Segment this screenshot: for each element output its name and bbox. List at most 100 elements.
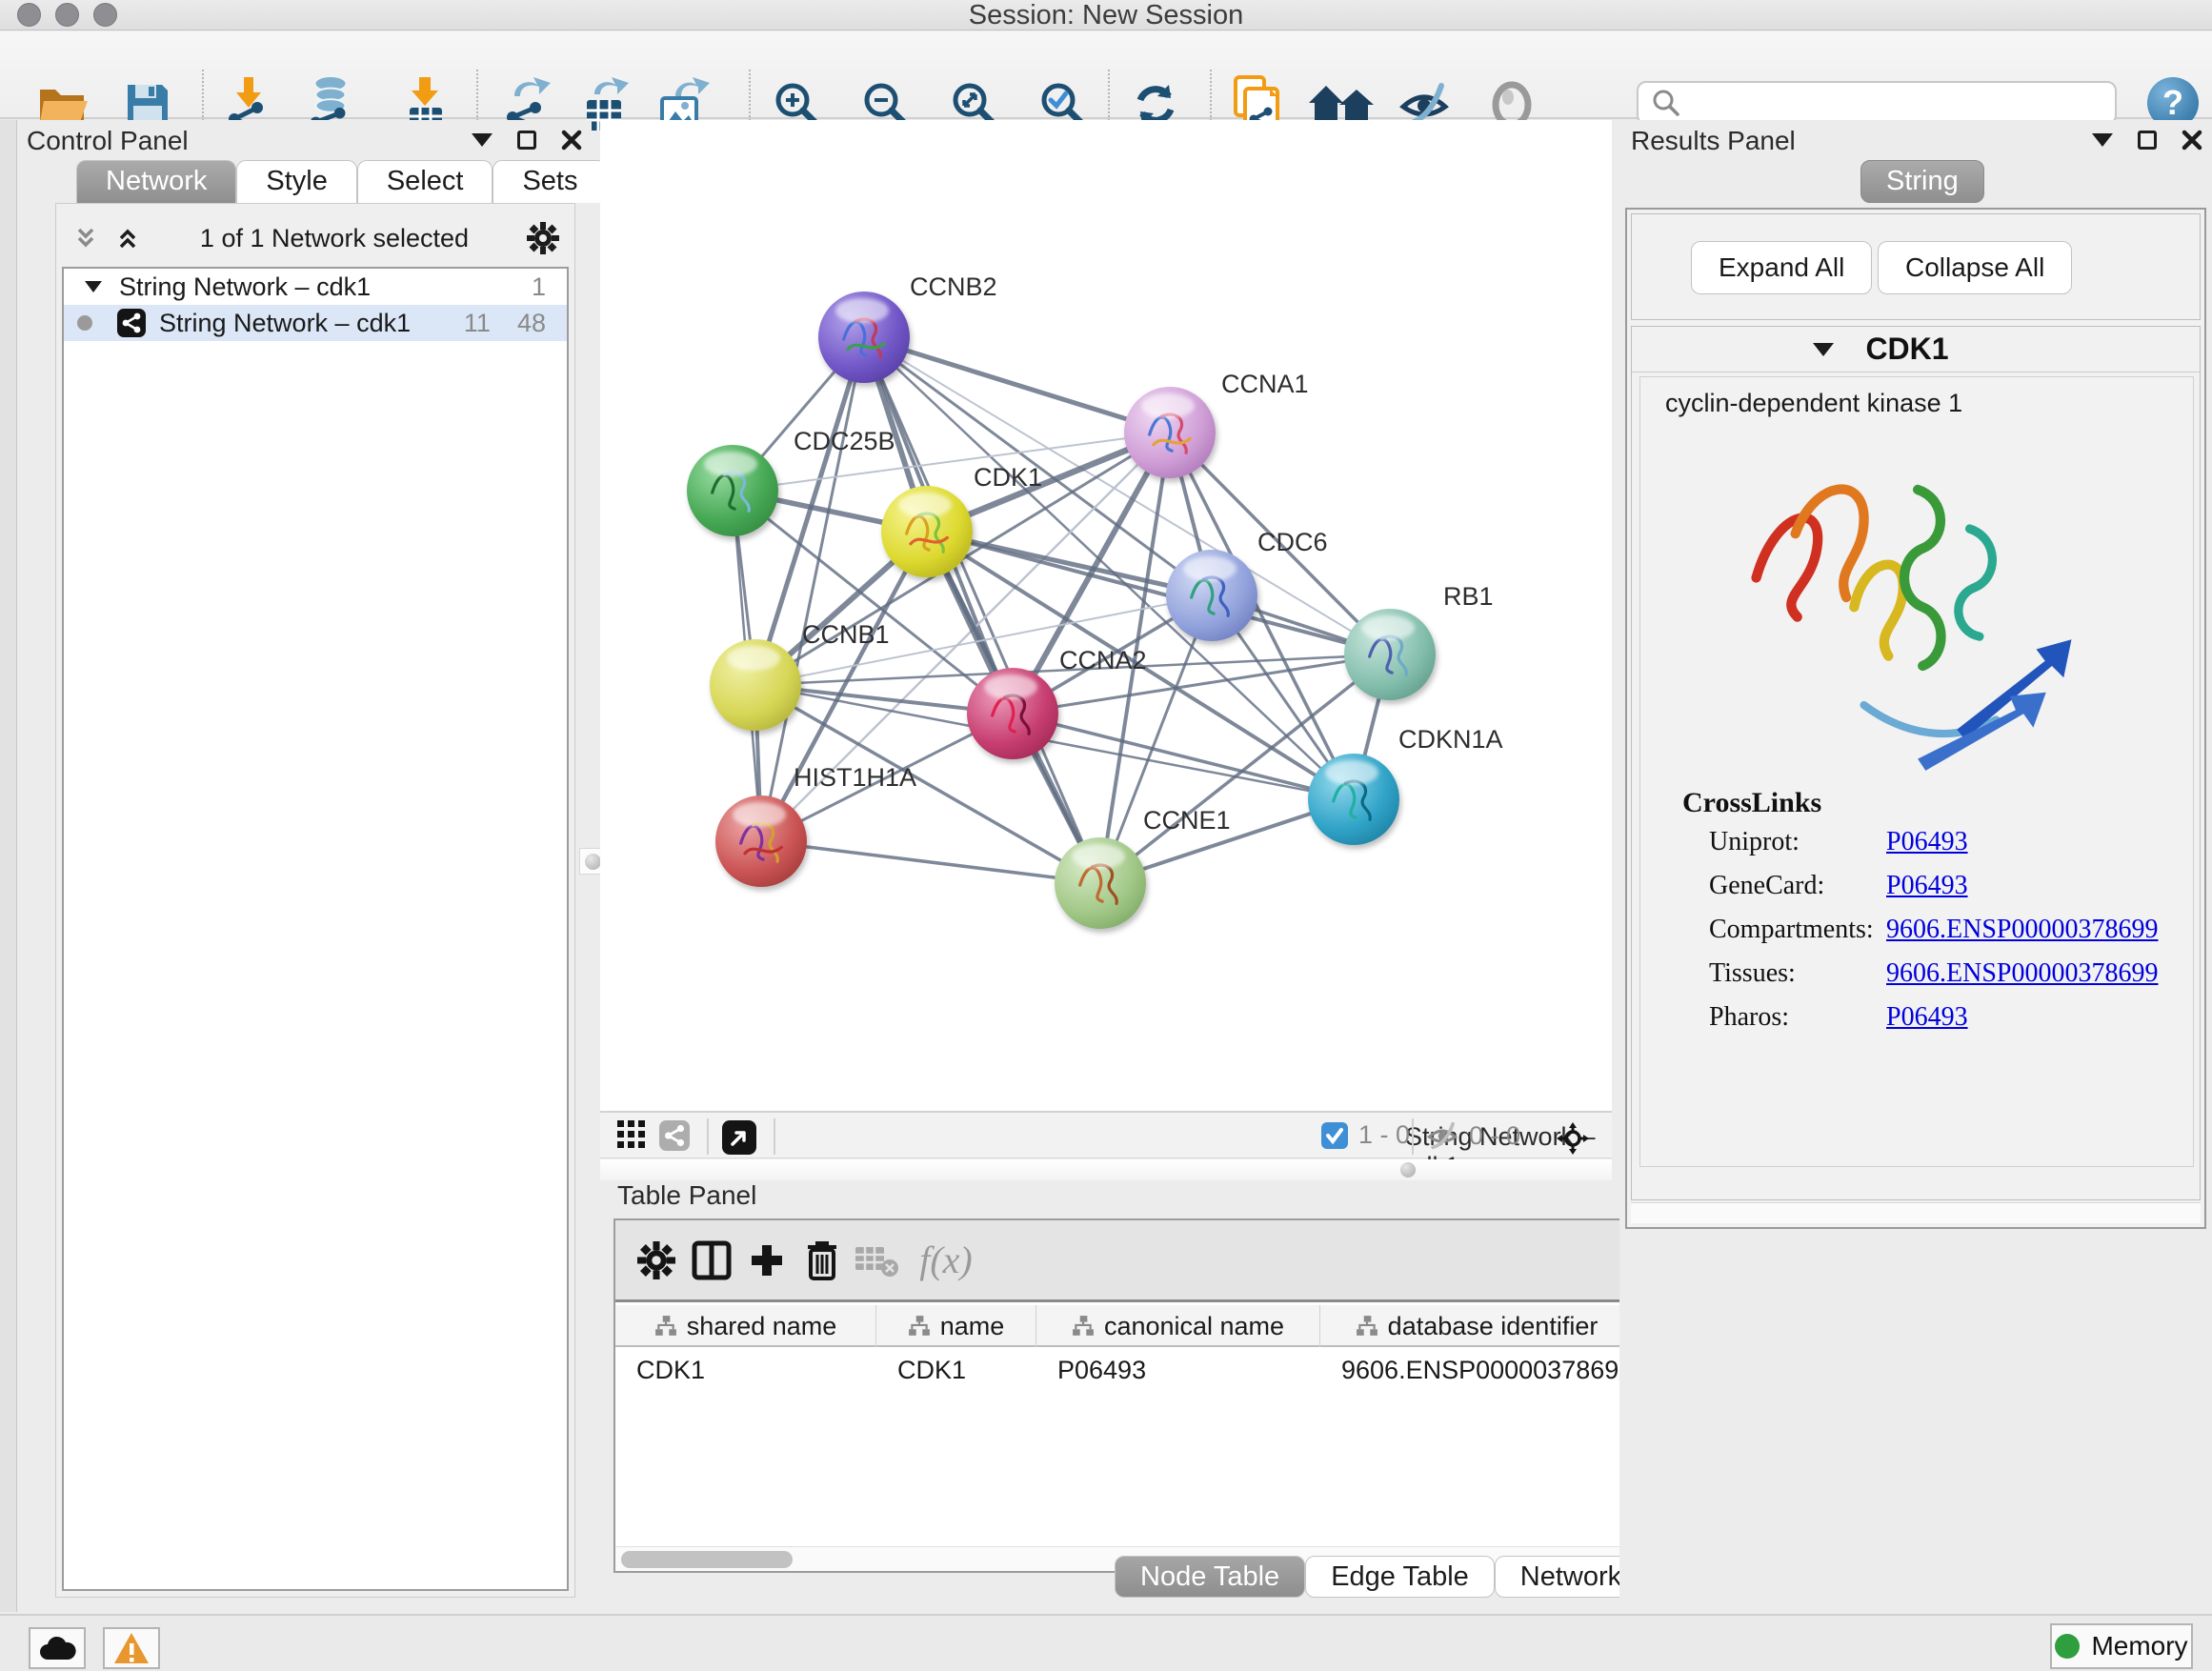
horizontal-splitter[interactable]	[600, 1159, 1612, 1180]
node-result-section: CDK1 cyclin-dependent kinase 1 Cross	[1631, 326, 2201, 1200]
node-ccna2[interactable]	[967, 668, 1058, 759]
network-collection-label: String Network – cdk1	[119, 272, 532, 302]
table-cell[interactable]: P06493	[1036, 1349, 1320, 1391]
results-scrollbar[interactable]	[1631, 1202, 2201, 1223]
table-panel-title: Table Panel	[617, 1180, 756, 1211]
node-label-ccnb1: CCNB1	[802, 620, 890, 650]
gear-icon	[637, 1241, 675, 1279]
crosslink-compartments[interactable]: 9606.ENSP00000378699	[1886, 915, 2158, 945]
search-box	[1637, 81, 2117, 125]
float-panel-icon[interactable]	[517, 131, 536, 150]
crosslink-row: Uniprot:P06493	[1709, 827, 2185, 871]
search-icon	[1650, 87, 1682, 119]
crosslink-pharos[interactable]: P06493	[1886, 1002, 1968, 1033]
node-rb1[interactable]	[1344, 609, 1436, 700]
results-actions-box: Expand All Collapse All	[1631, 213, 2201, 320]
crosslink-row: Tissues:9606.ENSP00000378699	[1709, 958, 2185, 1002]
show-columns-button[interactable]	[684, 1232, 739, 1289]
node-section-header[interactable]: CDK1	[1632, 327, 2200, 372]
network-collection-row[interactable]: String Network – cdk1 1	[64, 269, 567, 305]
panel-menu-caret-icon[interactable]	[2092, 133, 2113, 147]
table-settings-button[interactable]	[629, 1232, 684, 1289]
fit-content-button[interactable]	[1555, 1120, 1591, 1157]
control-panel-tabs: NetworkStyleSelectSets	[76, 160, 607, 203]
crosslink-tissues[interactable]: 9606.ENSP00000378699	[1886, 958, 2158, 989]
cloud-status-button[interactable]	[29, 1627, 86, 1669]
crosslink-label: Compartments:	[1709, 915, 1874, 944]
tab-network[interactable]: Network	[76, 160, 236, 203]
node-ccne1[interactable]	[1055, 837, 1146, 929]
tab-sets[interactable]: Sets	[493, 160, 607, 203]
table-cell[interactable]: 9606.ENSP00000378699	[1320, 1349, 1634, 1391]
node-ccnb2[interactable]	[818, 292, 910, 383]
grid-view-button[interactable]	[617, 1120, 646, 1149]
crosslink-uniprot[interactable]: P06493	[1886, 827, 1968, 857]
grid-icon	[617, 1120, 646, 1149]
hidden-count: 0 - 0	[1469, 1121, 1520, 1151]
tab-select[interactable]: Select	[357, 160, 493, 203]
crosshair-icon	[1555, 1120, 1591, 1157]
panel-menu-caret-icon[interactable]	[472, 133, 493, 147]
column-header-canonical-name[interactable]: canonical name	[1036, 1305, 1320, 1347]
delete-table-button[interactable]	[850, 1232, 905, 1289]
gear-icon[interactable]	[527, 222, 559, 254]
collapse-all-button[interactable]: Collapse All	[1878, 241, 2072, 294]
memory-button[interactable]: Memory	[2050, 1623, 2193, 1669]
collapse-all-chevron-icon[interactable]	[71, 224, 100, 252]
column-label: name	[940, 1312, 1005, 1341]
tab-style[interactable]: Style	[236, 160, 356, 203]
section-caret-icon[interactable]	[1813, 343, 1834, 356]
node-ccna1[interactable]	[1124, 387, 1216, 478]
network-view-button[interactable]	[659, 1120, 690, 1151]
scrollbar-thumb[interactable]	[621, 1551, 793, 1568]
expand-all-chevron-icon[interactable]	[113, 224, 142, 252]
column-header-shared-name[interactable]: shared name	[615, 1305, 876, 1347]
crosslink-row: Pharos:P06493	[1709, 1002, 2185, 1046]
float-panel-icon[interactable]	[2138, 131, 2157, 150]
node-cdk1[interactable]	[881, 486, 973, 577]
crosslink-genecard[interactable]: P06493	[1886, 871, 1968, 901]
results-panel-title: Results Panel	[1631, 126, 1796, 156]
add-column-button[interactable]	[739, 1232, 794, 1289]
column-label: canonical name	[1104, 1312, 1284, 1341]
warnings-button[interactable]	[103, 1627, 160, 1669]
birds-eye-view-button[interactable]	[722, 1120, 756, 1155]
table-cell[interactable]: CDK1	[615, 1349, 876, 1391]
node-hist1h1a[interactable]	[715, 795, 807, 887]
search-input[interactable]	[1690, 84, 2115, 122]
tree-expand-caret-icon[interactable]	[85, 281, 102, 292]
window-left-gutter	[0, 120, 17, 1612]
network-view-canvas[interactable]: CCNB2CCNA1CDC25BCDK1CDC6RB1CCNB1CCNA2CDK…	[600, 120, 1612, 1111]
node-ccnb1[interactable]	[710, 639, 801, 731]
node-cdkn1a[interactable]	[1308, 754, 1399, 845]
share-icon	[659, 1120, 690, 1151]
function-builder-button[interactable]: f(x)	[905, 1232, 987, 1289]
tab-string[interactable]: String	[1860, 160, 1984, 203]
network-row[interactable]: String Network – cdk1 11 48	[64, 305, 567, 341]
node-cdc6[interactable]	[1166, 550, 1257, 641]
delete-column-button[interactable]	[794, 1232, 850, 1289]
tab-edge-table[interactable]: Edge Table	[1305, 1556, 1495, 1598]
collection-count: 1	[532, 272, 546, 302]
column-header-database-identifier[interactable]: database identifier	[1320, 1305, 1634, 1347]
network-list: String Network – cdk1 1 String Network –…	[62, 267, 569, 1591]
tab-node-table[interactable]: Node Table	[1115, 1556, 1305, 1598]
birds-eye-icon	[722, 1120, 756, 1155]
control-panel: Control Panel NetworkStyleSelectSets 1 o…	[17, 120, 592, 1612]
node-cdc25b[interactable]	[687, 445, 778, 536]
network-edges	[600, 120, 1612, 1111]
main-toolbar: ?	[0, 31, 2212, 119]
close-panel-icon[interactable]	[561, 130, 582, 151]
column-header-name[interactable]: name	[876, 1305, 1036, 1347]
selected-count-indicator: 1 - 0	[1320, 1120, 1410, 1150]
close-panel-icon[interactable]	[2182, 130, 2202, 151]
columns-icon	[692, 1240, 732, 1280]
table-cell[interactable]: CDK1	[876, 1349, 1036, 1391]
status-separator	[774, 1118, 775, 1155]
status-bar: Memory	[0, 1614, 2212, 1671]
memory-status-icon	[2055, 1634, 2080, 1659]
expand-all-button[interactable]: Expand All	[1691, 241, 1872, 294]
crosslinks-title: CrossLinks	[1682, 787, 1821, 819]
application-window: Session: New Session	[0, 0, 2212, 1671]
selected-checkbox-icon[interactable]	[1320, 1121, 1349, 1150]
